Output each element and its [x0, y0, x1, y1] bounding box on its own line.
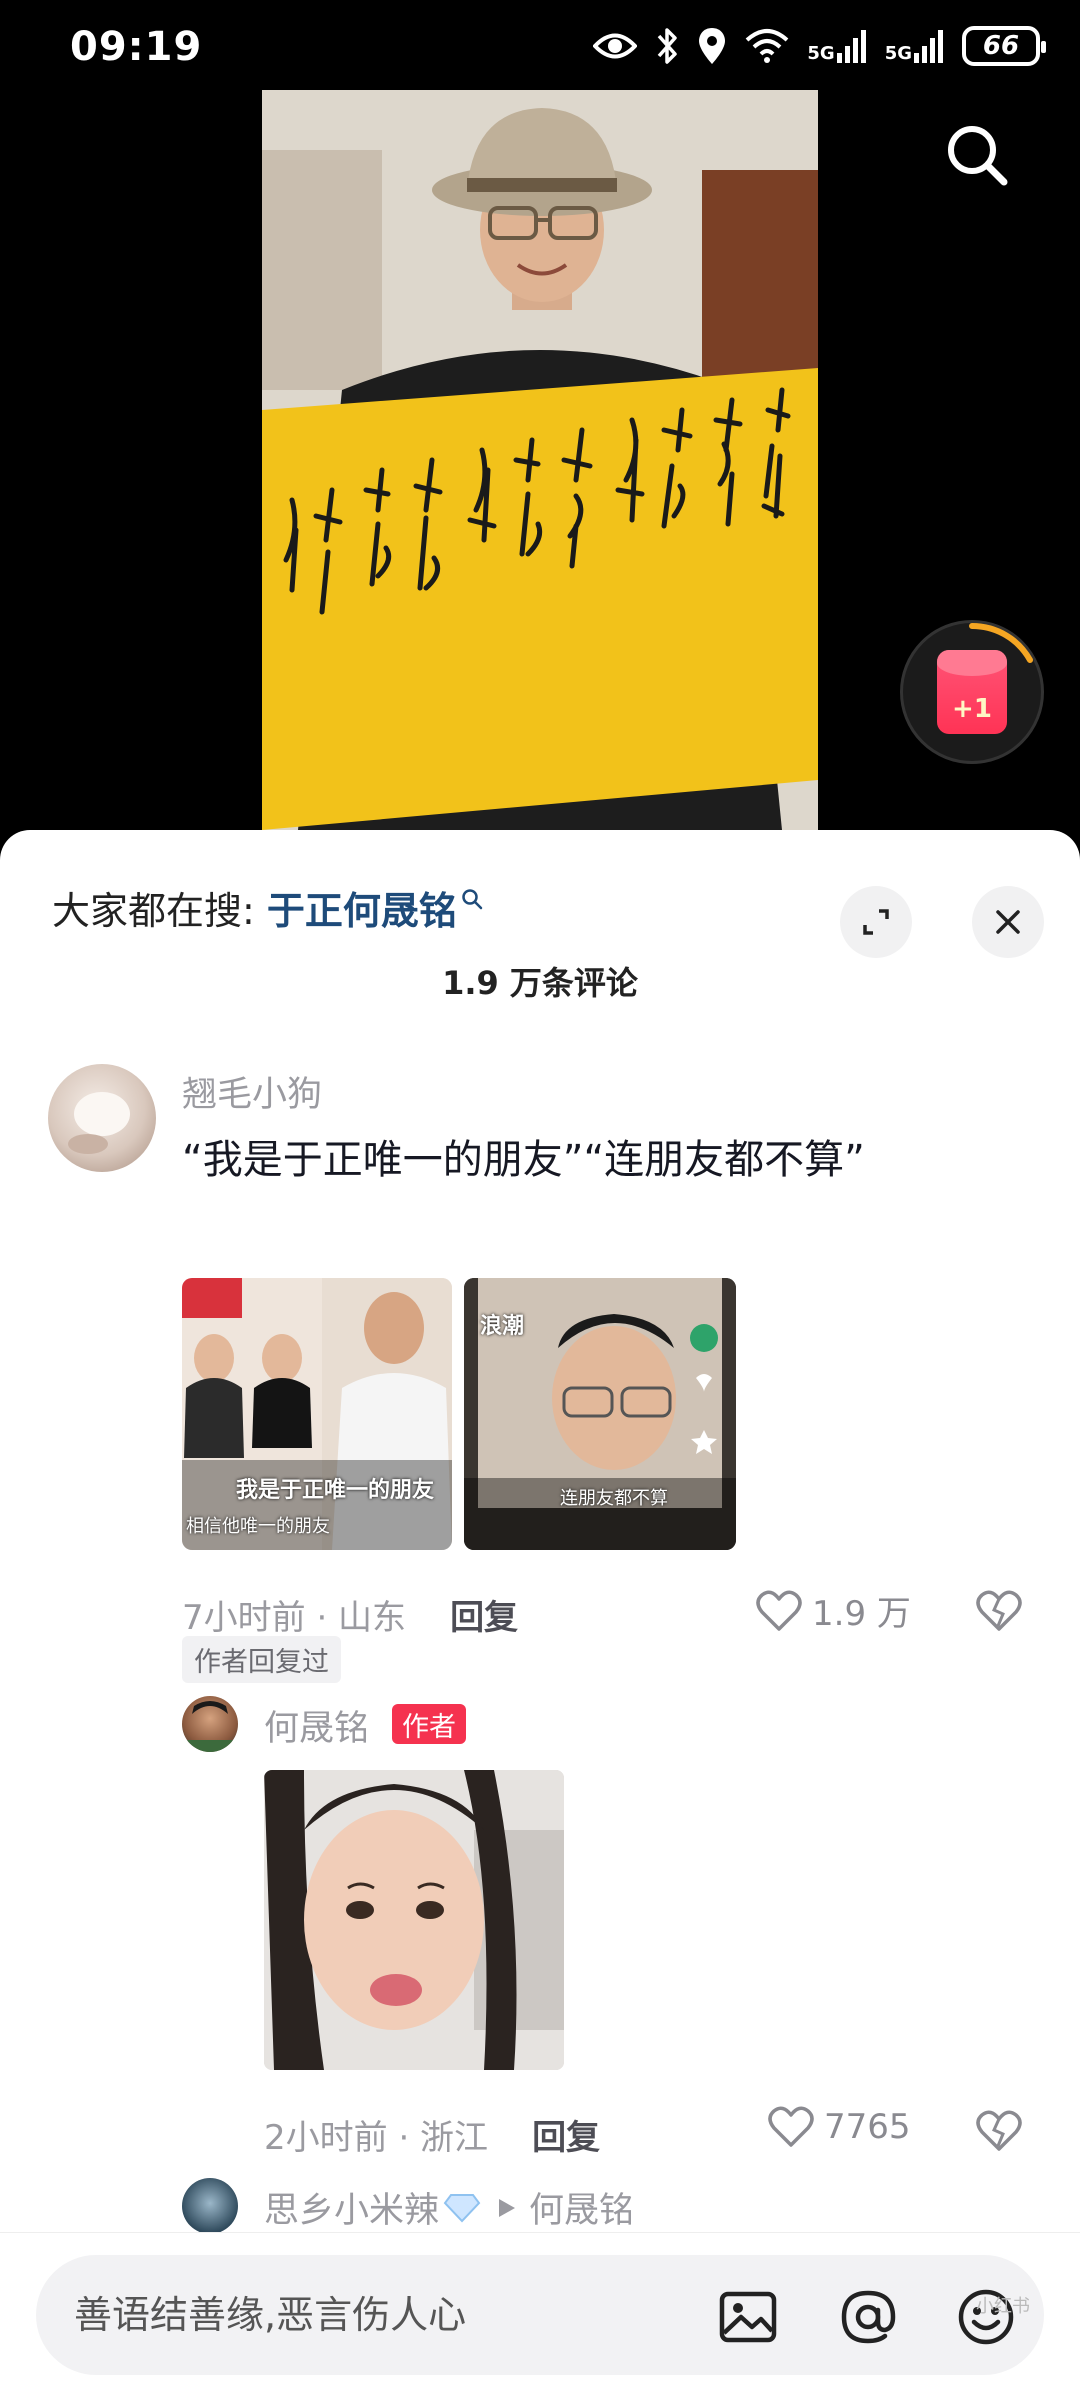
comment-count: 1.9 万条评论	[442, 964, 638, 1002]
comment-image[interactable]: 浪潮 连朋友都不算	[464, 1278, 736, 1550]
comment-input[interactable]	[74, 2255, 694, 2375]
broken-heart-icon	[976, 1590, 1022, 1631]
broken-heart-icon	[976, 2110, 1022, 2151]
comment-meta: 7小时前 · 山东 回复	[182, 1590, 518, 1639]
signal-icon	[914, 30, 943, 63]
image-caption: 我是于正唯一的朋友	[236, 1478, 435, 1503]
reply-image-graphic	[264, 1770, 564, 2070]
reply-button[interactable]: 回复	[532, 2110, 600, 2159]
mention-button[interactable]	[836, 2285, 900, 2349]
avatar[interactable]	[182, 1696, 238, 1752]
comment-input-bar	[0, 2232, 1080, 2400]
trending-search[interactable]: 大家都在搜: 于正何晟铭	[52, 880, 483, 935]
comment-time-location: 7小时前 · 山东	[182, 1598, 407, 1638]
comment-image[interactable]: 我是于正唯一的朋友 相信他唯一的朋友	[182, 1278, 452, 1550]
video-image	[262, 90, 818, 830]
reply-button[interactable]: 回复	[450, 1590, 518, 1639]
eye-icon	[593, 33, 638, 59]
play-arrow-icon	[499, 2198, 516, 2217]
reply-username[interactable]: 思乡小米辣	[264, 2182, 439, 2233]
comment-image-graphic	[182, 1278, 452, 1550]
network-label-2: 5G	[884, 43, 912, 64]
like-count: 7765	[824, 2107, 911, 2147]
search-icon	[462, 888, 483, 909]
reply-to-username[interactable]: 何晟铭	[529, 2182, 634, 2233]
status-time: 09:19	[70, 24, 203, 70]
signal-1: 5G	[807, 29, 866, 63]
expand-button[interactable]	[840, 886, 912, 958]
red-packet-button[interactable]: +1	[900, 620, 1044, 764]
wifi-icon	[746, 29, 789, 63]
expand-icon	[863, 909, 889, 935]
red-packet-icon: +1	[937, 650, 1007, 734]
watermark: 小红书	[976, 2296, 1030, 2317]
avatar[interactable]	[48, 1064, 156, 1172]
image-icon	[719, 2291, 777, 2343]
at-icon	[841, 2290, 896, 2344]
like-button[interactable]: 1.9 万	[756, 1586, 911, 1635]
avatar[interactable]	[182, 2178, 238, 2234]
video-frame[interactable]	[262, 90, 818, 830]
reply-image[interactable]	[264, 1770, 564, 2070]
image-badge: 浪潮	[480, 1314, 525, 1339]
signal-2: 5G	[885, 29, 944, 63]
image-button[interactable]	[716, 2285, 780, 2349]
author-replied-tag: 作者回复过	[182, 1636, 341, 1683]
battery-icon: 66	[962, 26, 1046, 66]
reply-meta: 2小时前 · 浙江 回复	[264, 2110, 600, 2159]
author-badge: 作者	[392, 1704, 466, 1744]
video-player[interactable]: +1	[0, 90, 1080, 850]
dislike-button[interactable]	[976, 2110, 1022, 2156]
status-icons: 5G 5G 66	[593, 24, 1046, 68]
reply-time-location: 2小时前 · 浙江	[264, 2118, 489, 2158]
avatar-image	[182, 1701, 238, 1752]
red-packet-label: +1	[952, 694, 992, 724]
close-icon	[996, 910, 1020, 934]
trending-search-label: 大家都在搜:	[52, 889, 255, 933]
heart-icon	[768, 2106, 814, 2147]
battery-level: 66	[982, 31, 1020, 61]
close-button[interactable]	[972, 886, 1044, 958]
image-caption: 连朋友都不算	[560, 1488, 668, 1509]
avatar-image	[68, 1092, 130, 1154]
reply-username[interactable]: 何晟铭	[264, 1700, 369, 1751]
location-icon	[699, 28, 726, 64]
comment-sheet: 大家都在搜: 于正何晟铭 1.9 万条评论 翘毛小狗 “我是于正唯一的朋友”“连…	[0, 830, 1080, 2400]
heart-icon	[756, 1590, 802, 1631]
search-icon	[948, 126, 1008, 186]
like-count: 1.9 万	[812, 1594, 911, 1634]
network-label-1: 5G	[807, 43, 835, 64]
comment-username[interactable]: 翘毛小狗	[182, 1066, 322, 1117]
video-search-button[interactable]	[932, 110, 1022, 200]
bluetooth-icon	[658, 28, 678, 64]
comment-input-container[interactable]	[36, 2255, 1044, 2375]
reply-header: 思乡小米辣 何晟铭	[264, 2182, 634, 2233]
signal-icon	[836, 30, 866, 63]
status-bar: 09:19 5G 5G 66	[0, 0, 1080, 90]
comment-text: “我是于正唯一的朋友”“连朋友都不算”	[182, 1137, 865, 1183]
image-subcaption: 相信他唯一的朋友	[186, 1516, 330, 1537]
like-button[interactable]: 7765	[768, 2106, 911, 2148]
diamond-icon	[443, 2193, 481, 2222]
trending-search-term[interactable]: 于正何晟铭	[267, 880, 457, 935]
dislike-button[interactable]	[976, 1590, 1022, 1636]
